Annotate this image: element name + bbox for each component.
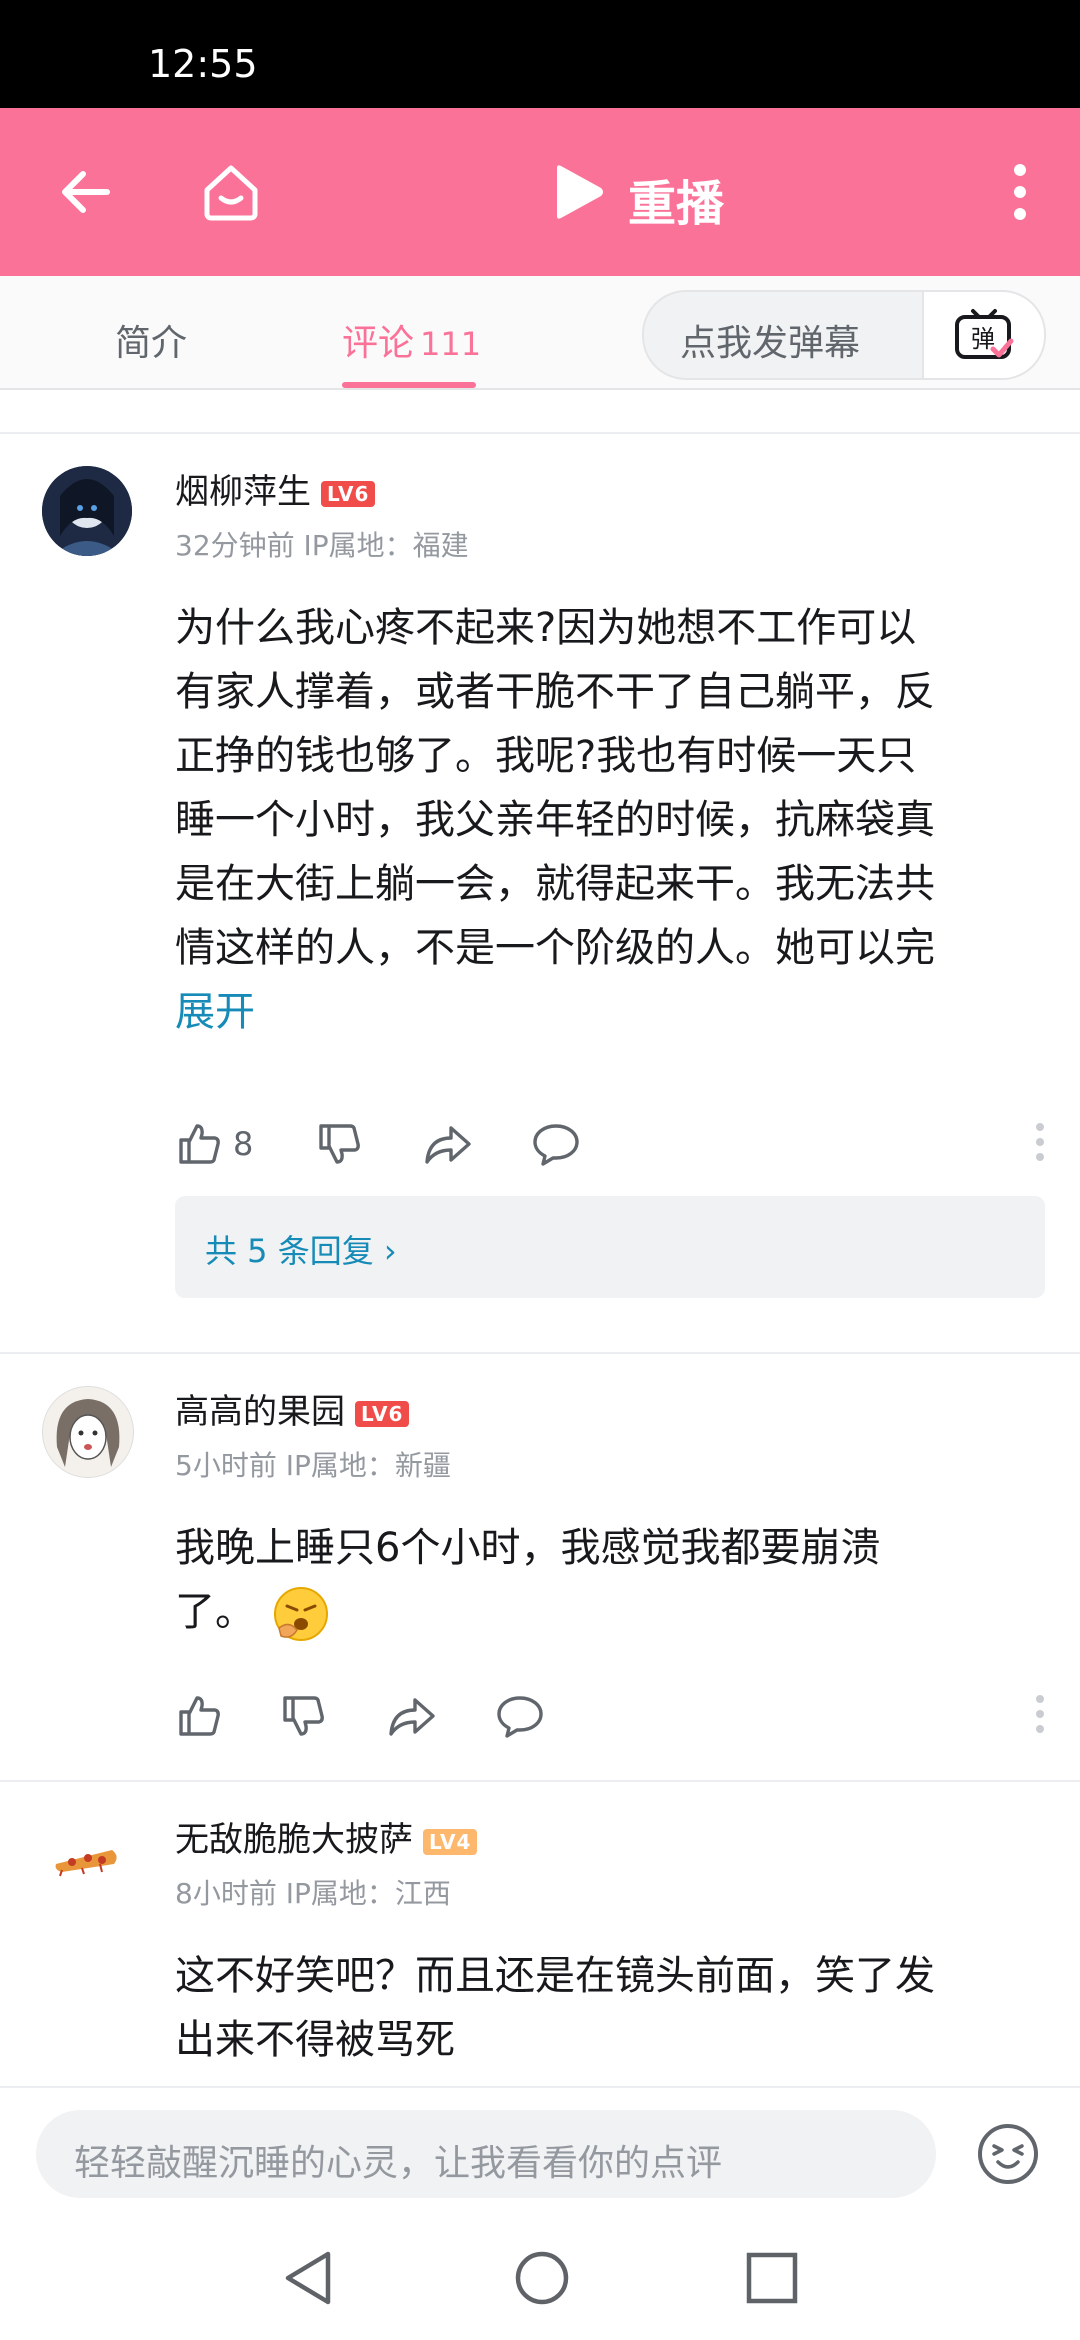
comment-content: 为什么我心疼不起来?因为她想不工作可以 有家人撑着，或者干脆不干了自己躺平，反 … [175,596,1045,1044]
circle-home-icon [515,2251,569,2305]
reply-button[interactable] [531,1116,581,1172]
avatar[interactable] [42,1814,132,1904]
danmaku-icon: 弹 [955,309,1014,359]
system-nav-bar [0,2218,1080,2340]
thumbs-down-icon [283,1696,324,1736]
dislike-button[interactable] [315,1116,363,1172]
comment-line: 我晚上睡只6个小时，我感觉我都要崩溃 [175,1525,881,1571]
comment-username[interactable]: 高高的果园 LV6 [175,1384,410,1433]
comment-meta: 32分钟前 IP属地：福建 [175,529,469,562]
comment-line: 情这样的人，不是一个阶级的人。她可以完 [175,925,935,971]
comment-more-button[interactable] [1035,1122,1045,1166]
comment-bubble-icon [533,1124,579,1166]
back-button[interactable] [40,108,130,276]
username-text[interactable]: 烟柳萍生 [175,472,311,512]
nav-back-button[interactable] [280,2248,336,2312]
status-time: 12:55 [148,42,258,86]
comment-line: 这不好笑吧？而且还是在镜头前面，笑了发 [175,1953,935,1999]
share-button[interactable] [387,1688,437,1744]
username-text[interactable]: 无敌脆脆大披萨 [175,1820,413,1860]
nav-recents-button[interactable] [744,2250,800,2310]
play-icon [557,165,603,219]
avatar[interactable] [42,466,132,556]
tab-comments-label: 评论 [342,323,415,364]
emoji-yawning-icon [274,1587,328,1641]
comment-line: 是在大街上躺一会，就得起来干。我无法共 [175,861,935,907]
thumbs-up-icon [179,1124,220,1164]
home-button[interactable] [186,108,276,276]
comment-line: 正挣的钱也够了。我呢?我也有时候一天只 [175,733,917,779]
share-button[interactable] [423,1116,473,1172]
emoji-button[interactable] [976,2122,1040,2190]
comment-actions [175,1688,1045,1744]
level-badge: LV4 [423,1828,478,1855]
thumbs-up-icon [179,1696,220,1736]
replies-preview[interactable]: 共 5 条回复 › [175,1196,1045,1298]
more-vertical-icon [1014,164,1026,220]
comment-line: 了。 [175,1580,1045,1644]
comment-content: 我晚上睡只6个小时，我感觉我都要崩溃 了。 [175,1516,1045,1644]
divider [0,1352,1080,1354]
more-menu-button[interactable] [990,108,1050,276]
level-badge: LV6 [321,480,376,507]
comment-meta: 8小时前 IP属地：江西 [175,1877,451,1910]
arrow-left-icon [62,171,110,213]
comment-line: 出来不得被骂死 [175,2017,455,2063]
more-vertical-icon [1036,1123,1044,1161]
username-text[interactable]: 高高的果园 [175,1392,345,1432]
top-bar: 重播 [0,108,1080,276]
thumbs-down-icon [319,1124,360,1164]
expand-link[interactable]: 展开 [175,980,1045,1044]
comment-line: 有家人撑着，或者干脆不干了自己躺平，反 [175,669,935,715]
replay-button[interactable] [544,108,614,276]
comment-content: 这不好笑吧？而且还是在镜头前面，笑了发 出来不得被骂死 [175,1944,1045,2072]
danmaku-placeholder: 点我发弹幕 [680,323,861,364]
share-icon [389,1698,435,1736]
comment-input-placeholder: 轻轻敲醒沉睡的心灵，让我看看你的点评 [74,2143,723,2184]
comment-line: 睡一个小时，我父亲年轻的时候，抗麻袋真 [175,797,935,843]
comment-input[interactable]: 轻轻敲醒沉睡的心灵，让我看看你的点评 [36,2110,936,2198]
emoji-face-icon [978,2124,1038,2184]
replay-label[interactable]: 重播 [628,164,724,234]
level-badge: LV6 [355,1400,410,1427]
comment-bubble-icon [497,1696,543,1738]
avatar[interactable] [42,1386,134,1478]
divider [0,1780,1080,1782]
status-bar: 12:55 [0,0,1080,108]
comment-actions: 8 [175,1116,1045,1172]
like-button[interactable] [175,1688,223,1744]
comment-meta: 5小时前 IP属地：新疆 [175,1449,451,1482]
comment-more-button[interactable] [1035,1694,1045,1738]
tab-bar: 简介 评论 111 点我发弹幕 弹 [0,276,1080,390]
tab-intro[interactable]: 简介 [115,314,187,366]
comment-username[interactable]: 无敌脆脆大披萨 LV4 [175,1812,478,1861]
danmaku-toggle-button[interactable]: 弹 [922,292,1044,378]
home-icon [204,165,258,221]
triangle-back-icon [285,2251,331,2305]
like-count: 8 [233,1125,254,1163]
like-button[interactable]: 8 [175,1116,253,1172]
comment-line-text: 了。 [175,1589,255,1635]
view-replies-link[interactable]: 共 5 条回复 › [205,1226,397,1272]
reply-button[interactable] [495,1688,545,1744]
comment-username[interactable]: 烟柳萍生 LV6 [175,464,376,513]
danmaku-input[interactable]: 点我发弹幕 弹 [642,290,1046,380]
share-icon [425,1126,471,1164]
tab-active-indicator [342,382,476,388]
square-recents-icon [746,2252,798,2304]
more-vertical-icon [1036,1695,1044,1733]
comment-input-bar: 轻轻敲醒沉睡的心灵，让我看看你的点评 [0,2086,1080,2220]
tab-comments-count: 111 [420,325,482,363]
comment-line: 为什么我心疼不起来?因为她想不工作可以 [175,605,917,651]
tab-comments[interactable]: 评论 111 [342,314,481,366]
divider [0,432,1080,434]
dislike-button[interactable] [279,1688,327,1744]
nav-home-button[interactable] [512,2248,572,2312]
